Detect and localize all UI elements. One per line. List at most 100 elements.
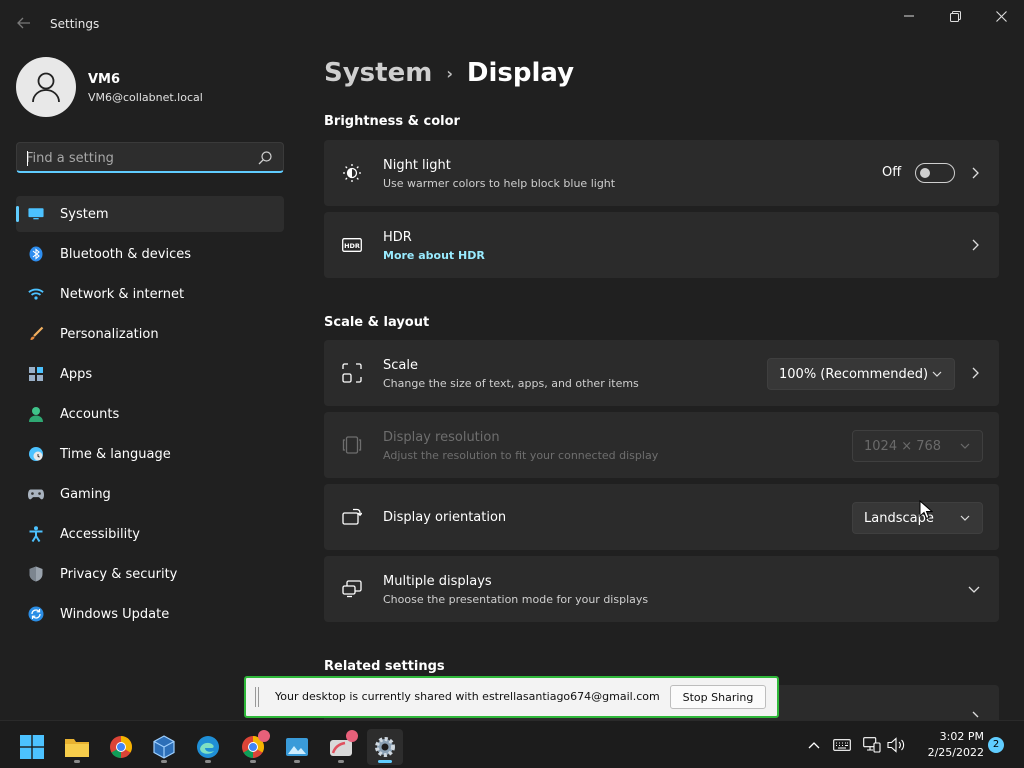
title-bar: Settings [0,0,1024,48]
taskbar-file-explorer[interactable] [59,729,95,765]
start-button[interactable] [14,729,50,765]
avatar[interactable] [16,57,76,117]
scale-title: Scale [383,358,418,373]
chevron-right-icon [972,167,979,179]
taskbar-virtualbox[interactable] [146,729,182,765]
stop-sharing-button[interactable]: Stop Sharing [670,685,766,709]
sidebar-item-network[interactable]: Network & internet [16,276,284,312]
close-icon [995,10,1007,22]
running-indicator [250,760,256,763]
scale-dropdown[interactable]: 100% (Recommended) [767,358,955,390]
breadcrumb-system-link[interactable]: System [324,58,432,88]
page-title: Display [466,58,575,88]
sidebar-item-gaming[interactable]: Gaming [16,476,284,512]
mouse-cursor-icon [919,500,933,520]
clock-time: 3:02 PM [939,730,984,743]
drag-grip-icon[interactable] [255,687,259,707]
chevron-right-icon [972,239,979,251]
sidebar-item-label: Windows Update [60,606,170,622]
sidebar-item-apps[interactable]: Apps [16,356,284,392]
shield-icon [28,566,44,582]
sidebar-item-label: Time & language [60,446,171,462]
notification-badge [346,730,358,742]
maximize-button[interactable] [932,0,978,32]
running-indicator [294,760,300,763]
orientation-dropdown[interactable]: Landscape [852,502,983,534]
gamepad-icon [28,486,44,502]
sidebar-nav: System Bluetooth & devices Network & int… [16,196,284,636]
hdr-title: HDR [383,230,412,245]
windows-logo-icon [20,735,44,759]
sidebar-item-label: Bluetooth & devices [60,246,191,262]
display-resolution-subtitle: Adjust the resolution to fit your connec… [383,449,659,462]
night-light-card[interactable]: Night light Use warmer colors to help bl… [324,140,999,206]
app-title: Settings [50,17,100,31]
chrome-icon [110,736,132,758]
night-light-title: Night light [383,158,451,173]
minimize-icon [904,15,914,17]
wifi-icon [28,286,44,302]
taskbar-app-3d[interactable] [279,729,315,765]
restore-icon [949,10,961,22]
desktop-sharing-banner: Your desktop is currently shared with es… [244,676,779,718]
taskbar-edge[interactable] [190,729,226,765]
sidebar-item-windows-update[interactable]: Windows Update [16,596,284,632]
taskbar-chrome-profile[interactable] [235,729,271,765]
night-light-toggle[interactable] [915,163,955,183]
clock-globe-icon [28,446,44,462]
minimize-button[interactable] [886,0,932,32]
sidebar-item-system[interactable]: System [16,196,284,232]
resolution-dropdown-value: 1024 × 768 [864,438,942,454]
sidebar-item-label: Personalization [60,326,159,342]
night-light-state: Off [882,165,902,180]
text-caret [27,151,28,166]
scale-card[interactable]: Scale Change the size of text, apps, and… [324,340,999,406]
monitor-icon [28,206,44,222]
chevron-down-icon [932,371,942,377]
breadcrumb-separator: › [446,63,453,83]
taskbar-settings[interactable] [367,729,403,765]
taskbar-chrome[interactable] [103,729,139,765]
user-email: VM6@collabnet.local [88,91,203,104]
resolution-dropdown: 1024 × 768 [852,430,983,462]
notification-count-badge[interactable]: 2 [988,737,1004,753]
sidebar-item-label: Network & internet [60,286,185,302]
volume-tray-button[interactable] [887,735,907,755]
hdr-icon: HDR [342,235,362,255]
section-heading-brightness: Brightness & color [324,114,460,129]
multiple-displays-subtitle: Choose the presentation mode for your di… [383,593,649,606]
sidebar-item-label: System [60,206,109,222]
sharing-status-text: Your desktop is currently shared with es… [275,690,660,703]
search-icon[interactable] [257,150,273,166]
sidebar-item-time-language[interactable]: Time & language [16,436,284,472]
hdr-card[interactable]: HDR HDR More about HDR [324,212,999,278]
sidebar-item-personalization[interactable]: Personalization [16,316,284,352]
sidebar-item-accessibility[interactable]: Accessibility [16,516,284,552]
multiple-displays-card[interactable]: Multiple displays Choose the presentatio… [324,556,999,622]
running-indicator [338,760,344,763]
more-about-hdr-link[interactable]: More about HDR [383,249,485,262]
night-light-icon [342,163,362,183]
sidebar-item-label: Gaming [60,486,111,502]
back-arrow-icon[interactable] [14,14,34,34]
search-box[interactable] [16,142,284,173]
scale-dropdown-value: 100% (Recommended) [779,366,929,382]
keyboard-tray-button[interactable] [832,735,852,755]
taskbar-clock[interactable]: 3:02 PM 2/25/2022 [920,729,984,761]
taskbar-app-badge[interactable] [323,729,359,765]
sidebar-item-privacy-security[interactable]: Privacy & security [16,556,284,592]
sidebar-item-accounts[interactable]: Accounts [16,396,284,432]
close-button[interactable] [978,0,1024,32]
running-indicator [378,760,392,763]
chevron-up-icon [808,742,820,749]
search-input[interactable] [26,148,246,168]
chevron-down-icon [960,443,970,449]
sidebar-item-bluetooth[interactable]: Bluetooth & devices [16,236,284,272]
display-orientation-title: Display orientation [383,510,507,525]
network-tray-button[interactable] [862,735,882,755]
chevron-right-icon [972,367,979,379]
keyboard-icon [833,739,851,751]
show-hidden-icons-button[interactable] [804,735,824,755]
network-icon [863,737,881,753]
running-indicator [74,760,80,763]
